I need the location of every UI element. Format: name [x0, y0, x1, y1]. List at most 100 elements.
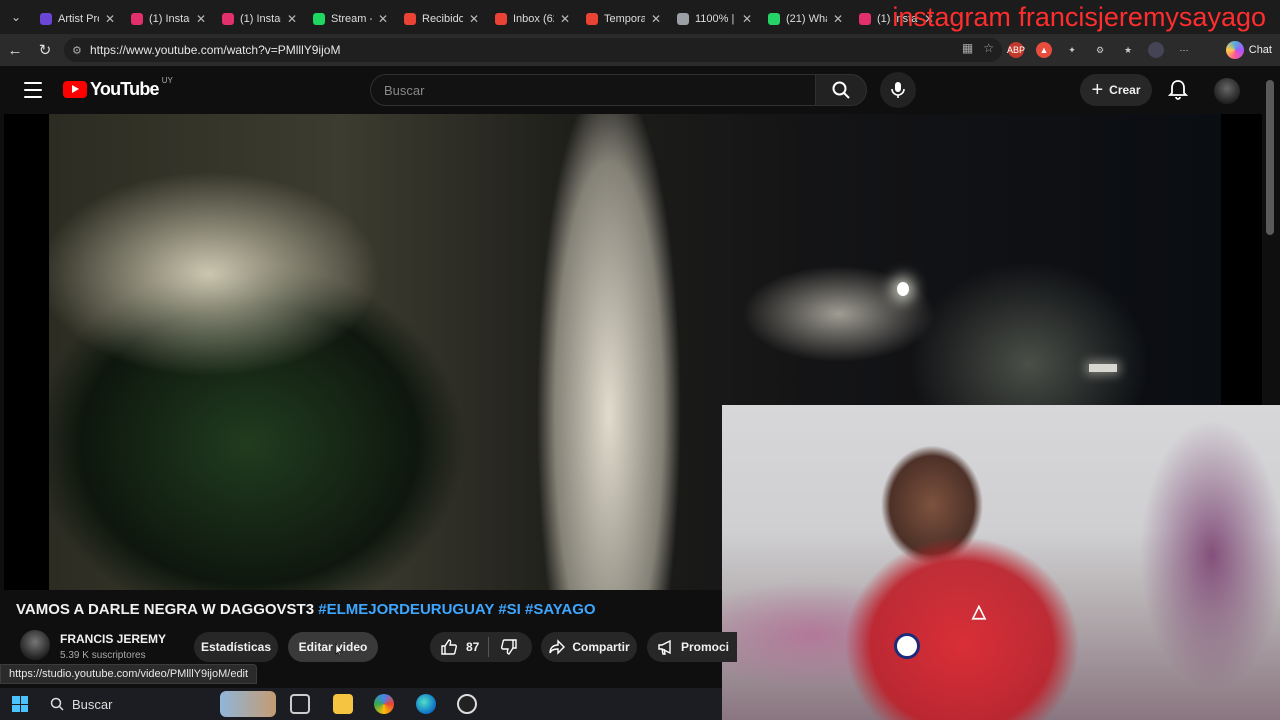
page-scrollbar-thumb[interactable] [1266, 80, 1274, 235]
tab-title: Inbox (62 [513, 13, 554, 25]
task-view-icon[interactable] [290, 694, 310, 714]
tab-favicon-icon [768, 13, 780, 25]
microphone-icon [891, 82, 905, 98]
link-status-bar: https://studio.youtube.com/video/PMlllY9… [0, 664, 258, 684]
tab-list: Artist Pro✕(1) Instag✕(1) Instag✕Stream … [32, 1, 942, 33]
address-url: https://www.youtube.com/watch?v=PMlllY9i… [90, 43, 341, 57]
share-label: Compartir [572, 640, 630, 654]
voice-search-button[interactable] [880, 72, 916, 108]
browser-tab-strip: ⌄ Artist Pro✕(1) Instag✕(1) Instag✕Strea… [0, 0, 1280, 34]
browser-tab[interactable]: (1) Instag ✕ [214, 5, 305, 33]
tab-favicon-icon [677, 13, 689, 25]
promote-button[interactable]: Promoci [647, 632, 737, 662]
obs-icon[interactable] [457, 694, 477, 714]
webcam-overlay: △ [722, 405, 1280, 720]
edit-video-button[interactable]: Editar video [288, 632, 378, 662]
megaphone-icon [658, 639, 671, 655]
tab-favicon-icon [313, 13, 325, 25]
create-label: Crear [1109, 83, 1141, 97]
browser-tab[interactable]: Artist Pro ✕ [32, 5, 123, 33]
analytics-button[interactable]: Estadísticas [194, 632, 278, 662]
tab-title: Recibidos [422, 13, 463, 25]
thumbs-down-icon[interactable] [500, 638, 518, 656]
channel-avatar[interactable] [20, 630, 50, 660]
extension-red-icon[interactable]: ▲ [1036, 42, 1052, 58]
tab-title: 1100% | N [695, 13, 736, 25]
subscriber-count: 5.39 K suscriptores [60, 650, 146, 661]
tab-title: Artist Pro [58, 13, 99, 25]
tab-list-dropdown[interactable]: ⌄ [0, 0, 32, 34]
share-button[interactable]: Compartir [541, 632, 637, 662]
youtube-play-icon [63, 81, 87, 98]
plus-icon: + [1091, 79, 1104, 101]
adblock-extension-icon[interactable]: ABP [1007, 42, 1025, 58]
address-bar[interactable]: ⚙ https://www.youtube.com/watch?v=PMlllY… [64, 38, 1002, 62]
thumbs-up-icon [441, 639, 457, 655]
account-avatar[interactable] [1214, 78, 1240, 104]
share-arrow-icon [549, 639, 566, 655]
browser-tab[interactable]: (1) Instag ✕ [123, 5, 214, 33]
menu-icon[interactable] [22, 80, 44, 100]
promote-label: Promoci [681, 640, 730, 654]
analytics-label: Estadísticas [200, 640, 272, 654]
jersey-crest [894, 633, 920, 659]
tab-title: Stream - [331, 13, 372, 25]
favorite-star-icon[interactable]: ☆ [983, 41, 994, 55]
more-menu-icon[interactable]: ⋯ [1176, 42, 1192, 58]
file-explorer-icon[interactable] [333, 694, 353, 714]
tab-favicon-icon [404, 13, 416, 25]
favorites-icon[interactable]: ★ [1120, 42, 1136, 58]
tab-favicon-icon [40, 13, 52, 25]
edge-icon[interactable] [416, 694, 436, 714]
tab-close-icon[interactable]: ✕ [378, 12, 388, 26]
search-button[interactable] [815, 74, 867, 106]
browser-tab[interactable]: Inbox (62 ✕ [487, 5, 578, 33]
tab-favicon-icon [495, 13, 507, 25]
site-info-icon[interactable]: ⚙ [72, 44, 86, 57]
video-light-spot [897, 282, 909, 296]
browser-tab[interactable]: 1100% | N ✕ [669, 5, 760, 33]
tab-close-icon[interactable]: ✕ [651, 12, 661, 26]
chrome-icon[interactable] [374, 694, 394, 714]
video-streetlight [1089, 364, 1117, 372]
browser-tab[interactable]: Recibidos ✕ [396, 5, 487, 33]
reload-button[interactable]: ↻ [30, 35, 60, 65]
notifications-bell-icon[interactable] [1166, 78, 1190, 102]
tab-close-icon[interactable]: ✕ [742, 12, 752, 26]
edit-video-label: Editar video [298, 640, 368, 654]
extensions-icon[interactable]: ✦ [1064, 42, 1080, 58]
browser-tab[interactable]: Stream - ✕ [305, 5, 396, 33]
tab-close-icon[interactable]: ✕ [105, 12, 115, 26]
tab-favicon-icon [586, 13, 598, 25]
browser-tab[interactable]: (21) Wha ✕ [760, 5, 851, 33]
taskbar-search[interactable]: Buscar [40, 688, 280, 720]
tab-close-icon[interactable]: ✕ [469, 12, 479, 26]
channel-name[interactable]: FRANCIS JEREMY [60, 632, 166, 646]
status-url-text: https://studio.youtube.com/video/PMlllY9… [9, 668, 249, 680]
hashtag-link[interactable]: #SAYAGO [525, 601, 596, 618]
tab-close-icon[interactable]: ✕ [287, 12, 297, 26]
search-icon [50, 697, 64, 711]
hashtag-link[interactable]: #SI [498, 601, 521, 618]
app-install-icon[interactable]: ▦ [962, 41, 973, 55]
tab-title: Temporar [604, 13, 645, 25]
tab-close-icon[interactable]: ✕ [196, 12, 206, 26]
video-title-text: VAMOS A DARLE NEGRA W DAGGOVST3 [16, 601, 315, 618]
create-button[interactable]: + Crear [1080, 74, 1152, 106]
tab-close-icon[interactable]: ✕ [833, 12, 843, 26]
performance-icon[interactable]: ⚙ [1092, 42, 1108, 58]
browser-tab[interactable]: Temporar ✕ [578, 5, 669, 33]
tab-title: (21) Wha [786, 13, 827, 25]
back-button[interactable]: ← [0, 35, 30, 65]
tab-close-icon[interactable]: ✕ [560, 12, 570, 26]
hashtag-link[interactable]: #ELMEJORDEURUGUAY [318, 601, 494, 618]
search-icon [832, 81, 850, 99]
browser-toolbar: ← ↻ ⚙ https://www.youtube.com/watch?v=PM… [0, 34, 1280, 66]
windows-start-icon[interactable] [12, 696, 28, 712]
like-count: 87 [466, 640, 480, 654]
search-input[interactable]: Buscar [370, 74, 816, 106]
copilot-chat-button[interactable]: Chat [1225, 39, 1272, 61]
country-code: UY [161, 76, 173, 85]
youtube-logo[interactable]: YouTube UY [63, 76, 173, 100]
profile-avatar[interactable] [1148, 42, 1164, 58]
